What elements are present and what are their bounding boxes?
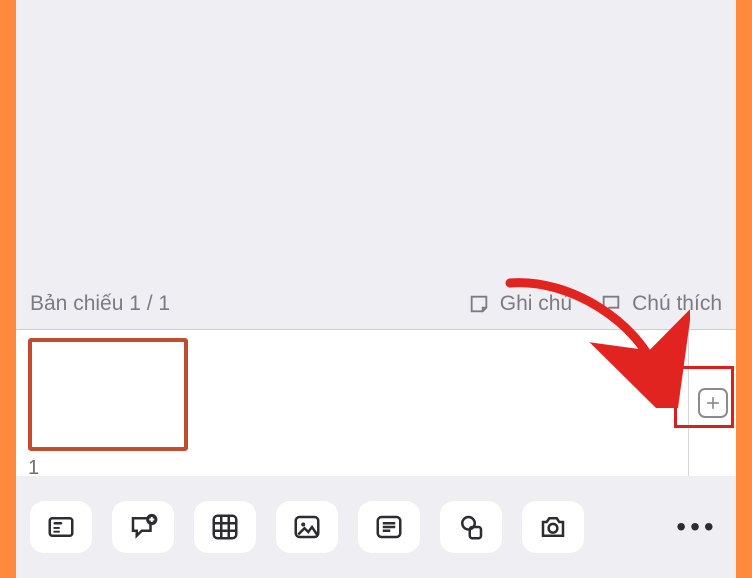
textbox-icon xyxy=(374,512,404,542)
tutorial-frame: Bản chiếu 1 / 1 Ghi chú Chú thích xyxy=(0,0,752,578)
plus-icon xyxy=(703,393,723,413)
layout-icon xyxy=(46,512,76,542)
shape-button[interactable] xyxy=(440,501,502,553)
image-button[interactable] xyxy=(276,501,338,553)
thumbnail-number: 1 xyxy=(28,457,724,480)
slide-canvas[interactable] xyxy=(16,0,736,278)
notes-label: Ghi chú xyxy=(500,292,572,316)
add-slide-panel xyxy=(688,330,736,476)
status-bar: Bản chiếu 1 / 1 Ghi chú Chú thích xyxy=(16,278,736,330)
more-button[interactable]: ••• xyxy=(672,502,722,552)
table-button[interactable] xyxy=(194,501,256,553)
grid-icon xyxy=(210,512,240,542)
slide-thumbnail-1[interactable]: 1 xyxy=(28,338,724,480)
comment-plus-icon xyxy=(128,512,158,542)
image-icon xyxy=(292,512,322,542)
new-comment-button[interactable] xyxy=(112,501,174,553)
camera-icon xyxy=(538,512,568,542)
camera-button[interactable] xyxy=(522,501,584,553)
notes-button[interactable]: Ghi chú xyxy=(468,292,572,316)
shapes-icon xyxy=(456,512,486,542)
add-slide-button[interactable] xyxy=(698,388,728,418)
presentation-app: Bản chiếu 1 / 1 Ghi chú Chú thích xyxy=(16,0,736,578)
annotate-button[interactable]: Chú thích xyxy=(600,292,722,316)
note-icon xyxy=(468,293,490,315)
comment-bubble-icon xyxy=(600,293,622,315)
textbox-button[interactable] xyxy=(358,501,420,553)
layout-button[interactable] xyxy=(30,501,92,553)
slide-thumbnails: 1 xyxy=(16,330,736,476)
thumbnail-image xyxy=(28,338,188,451)
slide-counter: Bản chiếu 1 / 1 xyxy=(30,292,468,316)
bottom-toolbar: ••• xyxy=(16,476,736,578)
ellipsis-icon: ••• xyxy=(676,511,717,543)
status-actions: Ghi chú Chú thích xyxy=(468,292,722,316)
annotate-label: Chú thích xyxy=(632,292,722,316)
